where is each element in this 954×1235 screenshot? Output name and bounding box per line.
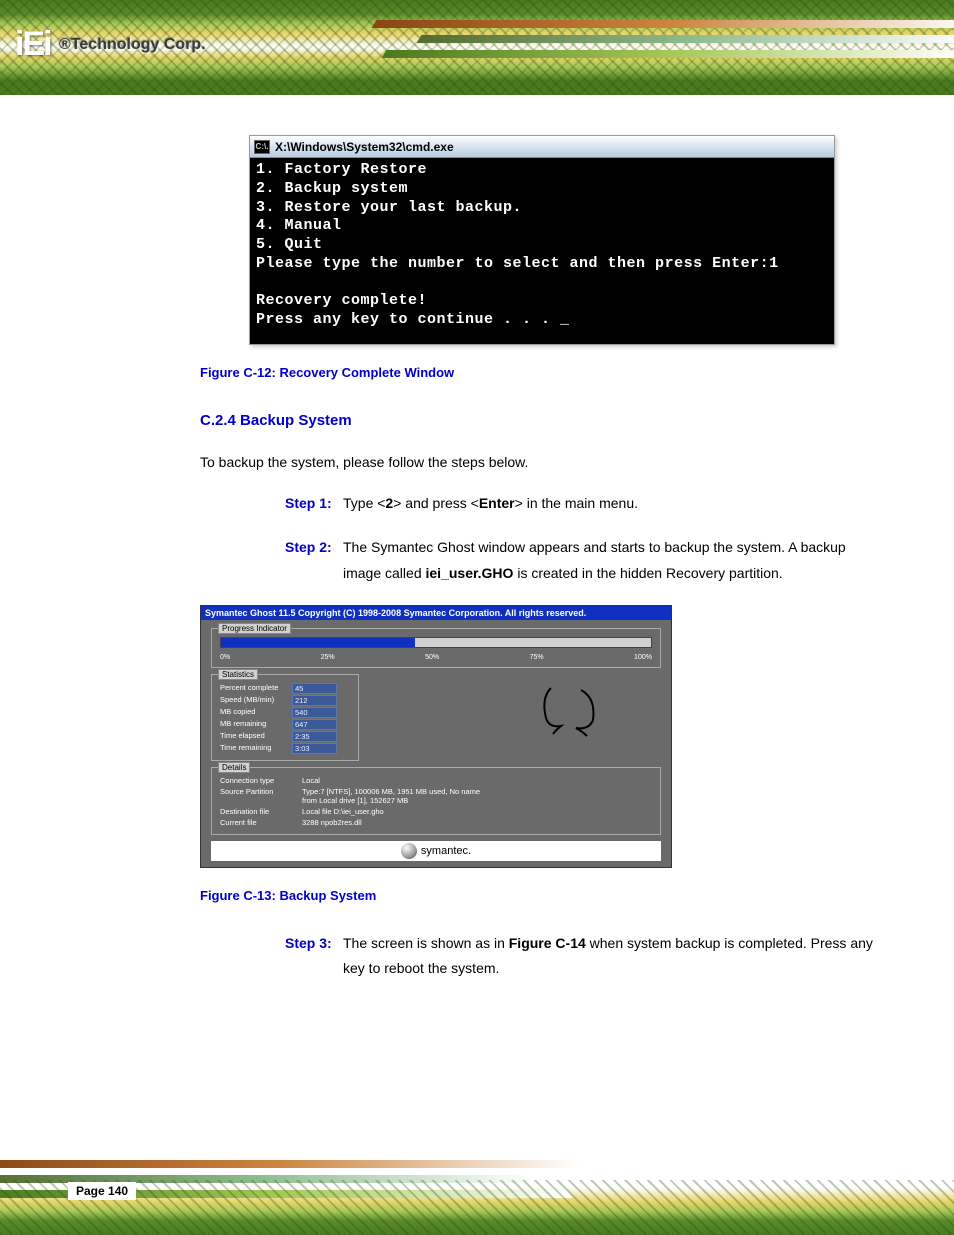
symantec-icon [401, 843, 417, 859]
ghost-stats-label: Statistics [218, 669, 258, 680]
step-2-text: The Symantec Ghost window appears and st… [343, 535, 884, 587]
cmd-screenshot: C:\. X:\Windows\System32\cmd.exe 1. Fact… [249, 135, 835, 345]
figure-caption-13: Figure C-13: Backup System [200, 888, 884, 903]
ghost-progress-panel: Progress Indicator 0%25%50%75%100% [211, 628, 661, 668]
step-3-text: The screen is shown as in Figure C-14 wh… [343, 931, 884, 983]
cmd-title: X:\Windows\System32\cmd.exe [275, 140, 454, 154]
section-heading: C.2.4 Backup System [200, 412, 884, 429]
symantec-label: symantec. [421, 845, 471, 857]
brand-tagline: ®Technology Corp. [59, 36, 206, 54]
ghost-mascot-icon [531, 678, 611, 738]
page-footer-band [0, 1140, 954, 1235]
step-3-label: Step 3: [285, 931, 343, 983]
ghost-details-label: Details [218, 762, 250, 773]
step-1-label: Step 1: [285, 491, 343, 517]
page-header-band: iEi ®Technology Corp. [0, 0, 954, 95]
ghost-title: Symantec Ghost 11.5 Copyright (C) 1998-2… [201, 606, 671, 620]
cmd-titlebar: C:\. X:\Windows\System32\cmd.exe [250, 136, 834, 158]
ghost-details-panel: Details Connection typeLocalSource Parti… [211, 767, 661, 835]
brand-logo: iEi ®Technology Corp. [15, 25, 206, 64]
ghost-screenshot: Symantec Ghost 11.5 Copyright (C) 1998-2… [200, 605, 672, 868]
cmd-icon: C:\. [254, 140, 270, 154]
page-number: Page 140 [68, 1182, 136, 1200]
header-decor-stripes [304, 15, 954, 80]
ghost-stats-panel: Statistics Percent complete45Speed (MB/m… [211, 674, 359, 761]
ghost-progress-label: Progress Indicator [218, 623, 291, 634]
step-2: Step 2: The Symantec Ghost window appear… [285, 535, 884, 587]
step-1-text: Type <2> and press <Enter> in the main m… [343, 491, 884, 517]
cmd-body: 1. Factory Restore 2. Backup system 3. R… [250, 158, 834, 344]
figure-caption-12: Figure C-12: Recovery Complete Window [200, 365, 884, 380]
step-3: Step 3: The screen is shown as in Figure… [285, 931, 884, 983]
intro-paragraph: To backup the system, please follow the … [200, 451, 884, 473]
brand-mark: iEi [15, 25, 51, 64]
ghost-progress-ticks: 0%25%50%75%100% [220, 654, 652, 661]
step-1: Step 1: Type <2> and press <Enter> in th… [285, 491, 884, 517]
page-content: C:\. X:\Windows\System32\cmd.exe 1. Fact… [0, 95, 954, 1040]
ghost-brand-footer: symantec. [211, 841, 661, 861]
ghost-progress-bar [220, 637, 652, 648]
step-2-label: Step 2: [285, 535, 343, 587]
